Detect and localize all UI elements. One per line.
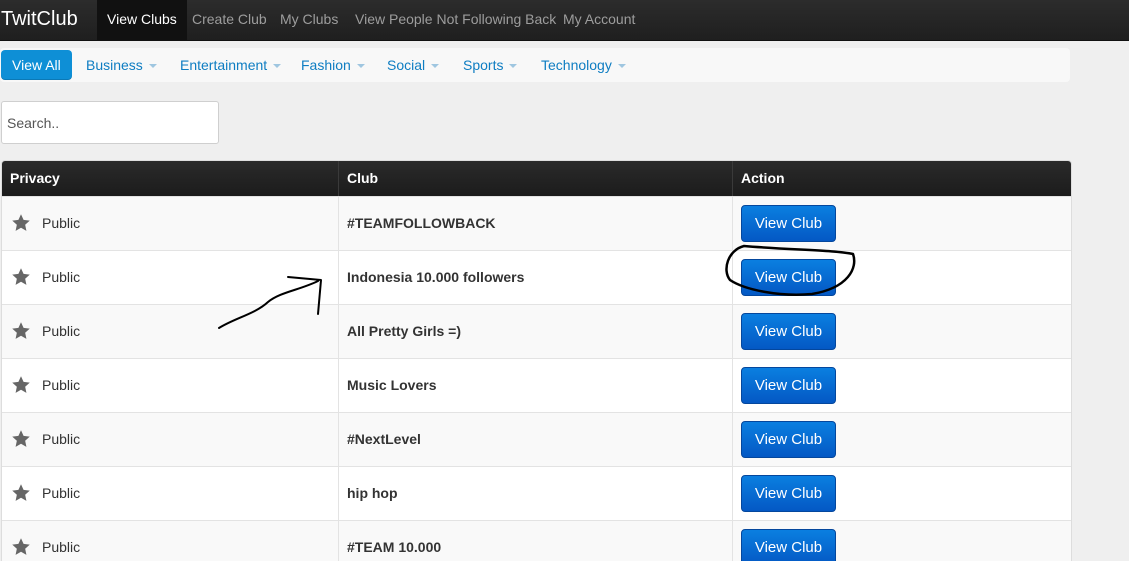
category-label: View All [12,57,61,73]
club-cell: #TEAM 10.000 [339,521,733,561]
privacy-cell: Public [2,251,339,304]
table-header: Privacy Club Action [2,161,1071,196]
caret-down-icon [148,64,157,69]
action-cell: View Club [733,413,1071,466]
privacy-cell: Public [2,521,339,561]
category-business[interactable]: Business [86,50,157,80]
category-label: Entertainment [180,57,268,73]
action-cell: View Club [733,251,1071,304]
caret-down-icon [617,64,626,69]
category-fashion[interactable]: Fashion [301,50,365,80]
club-name: hip hop [347,485,398,501]
view-club-button[interactable]: View Club [741,367,836,404]
privacy-label: Public [42,431,81,447]
nav-my-clubs[interactable]: My Clubs [270,0,348,40]
club-cell: #TEAMFOLLOWBACK [339,197,733,250]
column-header-club: Club [339,161,733,196]
privacy-cell: Public [2,359,339,412]
table-row: Public All Pretty Girls =) View Club [2,304,1071,358]
category-view-all[interactable]: View All [1,50,72,80]
club-cell: #NextLevel [339,413,733,466]
star-icon [11,429,31,449]
category-technology[interactable]: Technology [541,50,626,80]
nav-create-club[interactable]: Create Club [182,0,277,40]
table-row: Public Indonesia 10.000 followers View Clu… [2,250,1071,304]
club-name: #TEAMFOLLOWBACK [347,215,496,231]
privacy-cell: Public [2,305,339,358]
club-name: #NextLevel [347,431,421,447]
privacy-label: Public [42,377,81,393]
column-header-privacy: Privacy [2,161,339,196]
privacy-cell: Public [2,413,339,466]
nav-view-clubs[interactable]: View Clubs [97,0,187,40]
category-entertainment[interactable]: Entertainment [180,50,282,80]
caret-down-icon [273,64,282,69]
club-cell: hip hop [339,467,733,520]
star-icon [11,267,31,287]
category-label: Technology [541,57,612,73]
category-bar: View All Business Entertainment Fashion … [0,48,1070,82]
privacy-label: Public [42,323,81,339]
privacy-cell: Public [2,467,339,520]
view-club-button[interactable]: View Club [741,259,836,296]
star-icon [11,375,31,395]
caret-down-icon [509,64,518,69]
nav-view-people-not-following-back[interactable]: View People Not Following Back [345,0,566,40]
view-club-button[interactable]: View Club [741,421,836,458]
category-label: Sports [463,57,504,73]
view-club-button[interactable]: View Club [741,529,836,561]
club-cell: Music Lovers [339,359,733,412]
category-label: Fashion [301,57,351,73]
action-cell: View Club [733,197,1071,250]
category-label: Business [86,57,143,73]
category-label: Social [387,57,426,73]
view-club-button[interactable]: View Club [741,475,836,512]
nav-my-account[interactable]: My Account [553,0,645,40]
privacy-label: Public [42,485,81,501]
table-row: Public #NextLevel View Club [2,412,1071,466]
club-name: Indonesia 10.000 followers [347,269,525,285]
action-cell: View Club [733,359,1071,412]
table-row: Public Music Lovers View Club [2,358,1071,412]
view-club-button[interactable]: View Club [741,313,836,350]
action-cell: View Club [733,305,1071,358]
club-name: Music Lovers [347,377,437,393]
caret-down-icon [431,64,440,69]
club-cell: Indonesia 10.000 followers [339,251,733,304]
star-icon [11,321,31,341]
category-sports[interactable]: Sports [463,50,518,80]
privacy-cell: Public [2,197,339,250]
top-navbar: TwitClub View Clubs Create Club My Clubs… [0,0,1129,41]
star-icon [11,213,31,233]
action-cell: View Club [733,521,1071,561]
privacy-label: Public [42,539,81,555]
action-cell: View Club [733,467,1071,520]
club-cell: All Pretty Girls =) [339,305,733,358]
club-name: All Pretty Girls =) [347,323,461,339]
table-row: Public #TEAM 10.000 View Club [2,520,1071,561]
category-social[interactable]: Social [387,50,440,80]
star-icon [11,483,31,503]
search-input[interactable] [1,101,219,144]
privacy-label: Public [42,215,81,231]
table-row: Public hip hop View Club [2,466,1071,520]
table-row: Public #TEAMFOLLOWBACK View Club [2,196,1071,250]
view-club-button[interactable]: View Club [741,205,836,242]
brand-logo[interactable]: TwitClub [0,0,78,40]
privacy-label: Public [42,269,81,285]
column-header-action: Action [741,170,785,186]
star-icon [11,537,31,557]
clubs-table: Privacy Club Action Public #TEAMFOLLOWBAC… [1,160,1072,561]
club-name: #TEAM 10.000 [347,539,442,555]
caret-down-icon [356,64,365,69]
